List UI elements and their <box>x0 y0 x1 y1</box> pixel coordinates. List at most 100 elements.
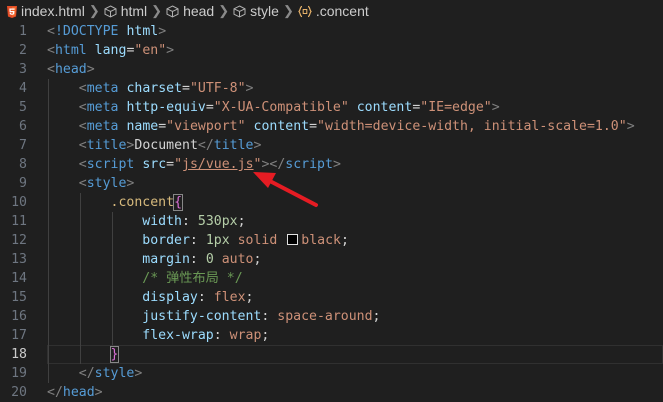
code-token: } <box>109 346 120 363</box>
breadcrumb-item-label: .concent <box>315 3 369 19</box>
code-text: border: 1px solid black; <box>47 231 349 250</box>
code-token: content <box>253 119 310 134</box>
code-token: ; <box>237 214 246 229</box>
code-token: < <box>78 81 87 96</box>
chevron-right-icon: ❯ <box>151 3 163 18</box>
breadcrumb-item-head[interactable]: head <box>166 3 214 19</box>
code-text: <meta http-equiv="X-UA-Compatible" conte… <box>47 98 500 117</box>
code-token: : <box>261 309 278 324</box>
code-token: < <box>47 43 55 58</box>
code-line[interactable]: 9 <style> <box>0 174 663 193</box>
code-text: <meta charset="UTF-8"> <box>47 79 254 98</box>
indent-guide <box>112 212 113 345</box>
element-cube-icon <box>233 4 246 18</box>
code-token: ; <box>245 290 254 305</box>
code-line[interactable]: 7 <title>Document</title> <box>0 136 663 155</box>
code-token: head <box>54 62 87 77</box>
line-number: 16 <box>11 309 27 324</box>
code-line[interactable]: 12 border: 1px solid black; <box>0 231 663 250</box>
line-number: 11 <box>11 214 27 229</box>
code-token: > <box>491 100 500 115</box>
code-token: justify-content <box>142 309 262 324</box>
code-text: } <box>47 345 120 364</box>
line-number: 4 <box>19 81 27 96</box>
code-text: <script src="js/vue.js"></script> <box>47 155 341 174</box>
code-token: > <box>253 138 262 153</box>
chevron-right-icon: ❯ <box>282 3 294 18</box>
breadcrumb-item-style[interactable]: style <box>233 3 279 19</box>
line-number: 20 <box>11 385 27 400</box>
code-token: > <box>158 24 167 39</box>
code-token: script <box>86 157 135 172</box>
breadcrumb-item-concent[interactable]: .concent <box>297 3 369 19</box>
code-line[interactable]: 2 <html lang="en"> <box>0 41 663 60</box>
code-token: < <box>47 62 55 77</box>
code-text: <meta name="viewport" content="width=dev… <box>47 117 635 136</box>
code-line-current[interactable]: 18 } <box>0 345 663 364</box>
code-token: > <box>332 157 341 172</box>
code-line[interactable]: 19 </style> <box>0 364 663 383</box>
element-cube-icon <box>104 4 117 18</box>
code-line[interactable]: 1 <!DOCTYPE html> <box>0 22 663 41</box>
line-number: 8 <box>19 157 27 172</box>
code-token: http-equiv <box>126 100 206 115</box>
code-token: { <box>173 194 184 211</box>
code-token: meta <box>86 81 119 96</box>
code-token: 1px <box>205 233 230 248</box>
code-token: : <box>189 233 206 248</box>
code-token: = <box>166 157 175 172</box>
code-line[interactable]: 8 <script src="js/vue.js"></script> <box>0 155 663 174</box>
code-line[interactable]: 10 .concent{ <box>0 193 663 212</box>
code-text: </style> <box>47 364 143 383</box>
code-token: = <box>158 119 167 134</box>
code-token: head <box>62 385 95 400</box>
code-line[interactable]: 13 margin: 0 auto; <box>0 250 663 269</box>
code-line[interactable]: 11 width: 530px; <box>0 212 663 231</box>
code-line[interactable]: 15 display: flex; <box>0 288 663 307</box>
code-token: html <box>126 24 159 39</box>
code-editor[interactable]: 1 <!DOCTYPE html> 2 <html lang="en"> 3 <head>… <box>0 22 663 400</box>
code-token: > <box>86 62 95 77</box>
code-line[interactable]: 5 <meta http-equiv="X-UA-Compatible" con… <box>0 98 663 117</box>
code-token: flex-wrap <box>142 328 214 343</box>
line-number: 17 <box>11 328 27 343</box>
code-token: display <box>142 290 198 305</box>
code-token: > <box>126 176 135 191</box>
code-line[interactable]: 14 /* 弹性布局 */ <box>0 269 663 288</box>
breadcrumb-file-label: index.html <box>21 3 85 19</box>
line-number: 13 <box>11 252 27 267</box>
code-line[interactable]: 3 <head> <box>0 60 663 79</box>
code-token: script <box>285 157 333 172</box>
breadcrumb-file[interactable]: index.html <box>6 3 85 19</box>
code-token: 0 <box>205 252 214 267</box>
breadcrumb-item-html[interactable]: html <box>104 3 147 19</box>
line-number: 10 <box>11 195 27 210</box>
code-text: <head> <box>47 60 95 79</box>
code-text: /* 弹性布局 */ <box>47 269 242 288</box>
code-text: <html lang="en"> <box>47 41 174 60</box>
code-token: html <box>54 43 87 58</box>
code-line[interactable]: 4 <meta charset="UTF-8"> <box>0 79 663 98</box>
code-token: !DOCTYPE <box>54 24 119 39</box>
color-swatch-icon <box>287 234 299 245</box>
code-token: lang <box>94 43 127 58</box>
code-line[interactable]: 6 <meta name="viewport" content="width=d… <box>0 117 663 136</box>
code-token: ></ <box>261 157 286 172</box>
code-line[interactable]: 17 flex-wrap: wrap; <box>0 326 663 345</box>
code-token: .concent <box>110 195 175 210</box>
code-token: < <box>78 138 87 153</box>
code-line[interactable]: 16 justify-content: space-around; <box>0 307 663 326</box>
current-line-highlight <box>47 345 663 364</box>
code-line[interactable]: 20 </head> <box>0 383 663 402</box>
